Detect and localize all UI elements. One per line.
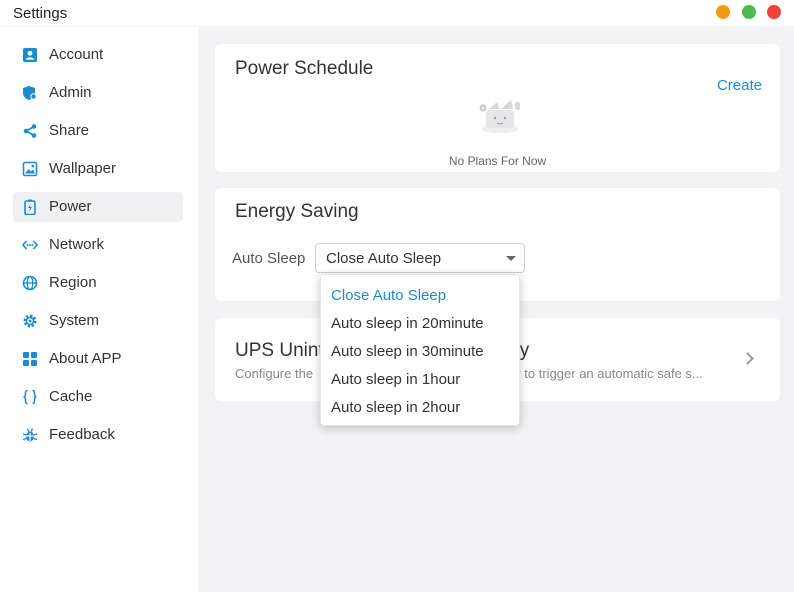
sidebar-item-label: Power [49,198,92,215]
power-schedule-title: Power Schedule [235,58,374,79]
auto-sleep-selected-value: Close Auto Sleep [326,250,442,267]
sidebar-item-label: Share [49,122,90,139]
sidebar-item-label: Admin [49,84,92,101]
sidebar-item-label: System [49,312,100,329]
gear-icon [23,314,37,328]
sidebar-item-feedback[interactable]: Feedback [13,420,183,450]
globe-icon [22,275,38,291]
sidebar: Account Admin Share Wallpaper Power Netw… [0,27,198,592]
wallpaper-icon [22,161,38,177]
admin-shield-icon [23,86,37,100]
dropdown-option-close-auto-sleep[interactable]: Close Auto Sleep [321,282,519,310]
window-title: Settings [13,5,68,22]
maximize-button[interactable] [742,5,756,19]
sidebar-item-label: Network [49,236,105,253]
create-plan-link[interactable]: Create [717,77,762,94]
auto-sleep-label: Auto Sleep [232,250,306,267]
chevron-right-icon[interactable] [741,352,754,365]
sidebar-item-label: Cache [49,388,93,405]
sidebar-item-label: Feedback [49,426,115,443]
sidebar-item-share[interactable]: Share [13,116,183,146]
account-icon [23,48,37,62]
share-icon [23,124,37,138]
sidebar-item-admin[interactable]: Admin [13,78,183,108]
sidebar-item-label: Account [49,46,104,63]
sidebar-item-system[interactable]: System [13,306,183,336]
sidebar-item-label: About APP [49,350,122,367]
sidebar-item-about-app[interactable]: About APP [13,344,183,374]
sidebar-item-region[interactable]: Region [13,268,183,298]
sidebar-item-cache[interactable]: Cache [13,382,183,412]
dropdown-option-1-hour[interactable]: Auto sleep in 1hour [321,366,519,394]
empty-state-text: No Plans For Now [448,154,547,168]
close-button[interactable] [767,5,781,19]
sidebar-item-label: Region [49,274,97,291]
auto-sleep-select[interactable]: Close Auto Sleep [315,243,525,273]
bug-icon [22,428,38,442]
minimize-button[interactable] [716,5,730,19]
battery-icon [24,199,36,215]
title-bar: Settings [0,0,794,26]
sidebar-item-account[interactable]: Account [13,40,183,70]
network-icon [22,240,38,250]
braces-icon [23,389,37,405]
energy-saving-title: Energy Saving [235,201,359,222]
empty-state-illustration [479,100,520,133]
sidebar-item-network[interactable]: Network [13,230,183,260]
sidebar-item-label: Wallpaper [49,160,116,177]
chevron-down-icon [506,256,516,261]
auto-sleep-dropdown: Close Auto Sleep Auto sleep in 20minute … [320,274,520,426]
power-schedule-card: Power Schedule Create No Plans For Now [215,44,780,172]
dropdown-option-30-minute[interactable]: Auto sleep in 30minute [321,338,519,366]
grid-icon [23,352,37,366]
dropdown-option-2-hour[interactable]: Auto sleep in 2hour [321,394,519,422]
dropdown-option-20-minute[interactable]: Auto sleep in 20minute [321,310,519,338]
sidebar-item-wallpaper[interactable]: Wallpaper [13,154,183,184]
sidebar-item-power[interactable]: Power [13,192,183,222]
